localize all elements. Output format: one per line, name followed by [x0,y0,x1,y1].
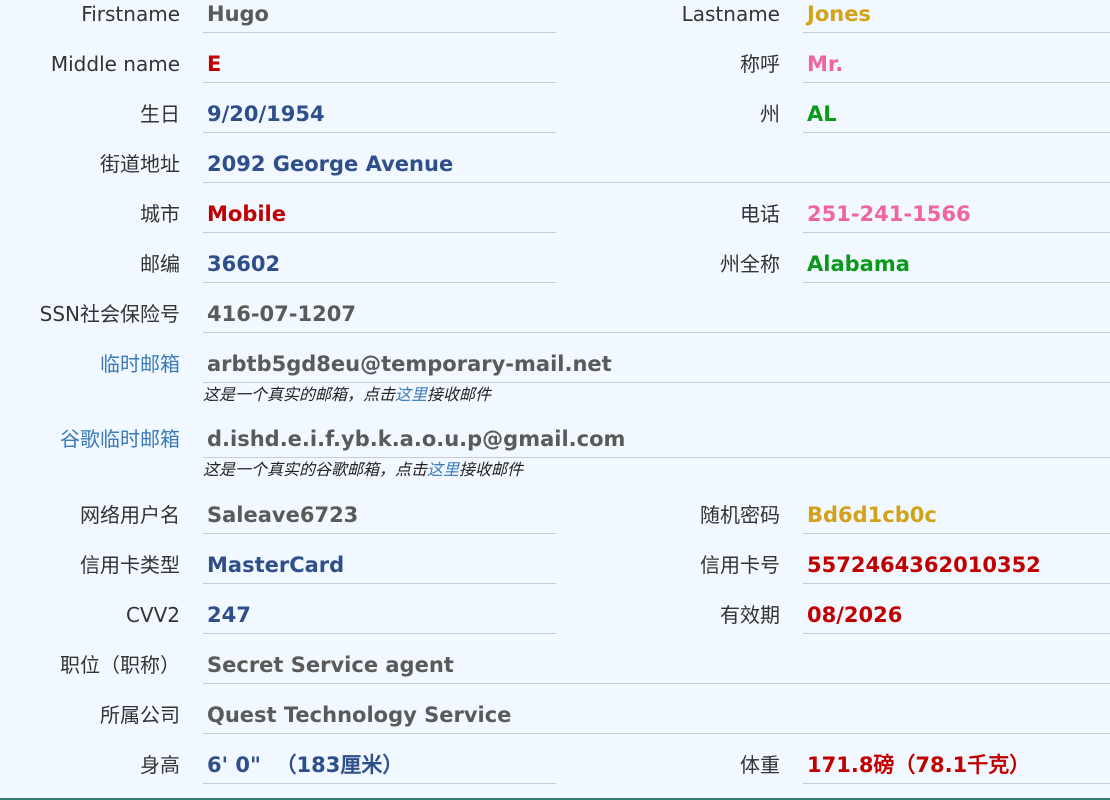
google-email-link[interactable]: 这里 [427,460,459,479]
street-value[interactable]: 2092 George Avenue [203,150,1110,183]
temp-email-label[interactable]: 临时邮箱 [100,352,180,376]
middle-name-value[interactable]: E [203,50,556,83]
temp-email-value[interactable]: arbtb5gd8eu@temporary-mail.net [203,350,1110,383]
title-label: 称呼 [740,52,780,76]
occupation-label: 职位（职称） [60,653,180,677]
lastname-label: Lastname [681,2,780,26]
zip-label: 邮编 [140,252,180,276]
middle-name-label: Middle name [50,52,180,76]
card-type-label: 信用卡类型 [80,553,180,577]
firstname-value[interactable]: Hugo [203,0,556,33]
card-number-label: 信用卡号 [700,553,780,577]
weight-label: 体重 [740,753,780,777]
temp-email-note: 这是一个真实的邮箱，点击这里接收邮件 [203,385,491,405]
card-number-value[interactable]: 5572464362010352 [803,551,1110,584]
birthday-value[interactable]: 9/20/1954 [203,100,556,133]
ssn-label: SSN社会保险号 [39,302,180,326]
state-full-label: 州全称 [720,252,780,276]
title-value[interactable]: Mr. [803,50,1110,83]
password-label: 随机密码 [700,503,780,527]
card-type-value[interactable]: MasterCard [203,551,556,584]
expiry-label: 有效期 [720,603,780,627]
google-email-note: 这是一个真实的谷歌邮箱，点击这里接收邮件 [203,460,523,480]
state-label: 州 [760,102,780,126]
username-value[interactable]: Saleave6723 [203,501,556,534]
temp-email-note-prefix: 这是一个真实的邮箱，点击 [203,385,396,404]
height-value[interactable]: 6' 0" （183厘米） [203,751,556,784]
temp-email-note-suffix: 接收邮件 [427,385,492,404]
google-email-note-suffix: 接收邮件 [459,460,524,479]
password-value[interactable]: Bd6d1cb0c [803,501,1110,534]
ssn-value[interactable]: 416-07-1207 [203,300,1110,333]
state-full-value[interactable]: Alabama [803,250,1110,283]
google-email-value[interactable]: d.ishd.e.i.f.yb.k.a.o.u.p@gmail.com [203,425,1110,458]
occupation-value[interactable]: Secret Service agent [203,651,1110,684]
firstname-label: Firstname [81,2,180,26]
cvv2-value[interactable]: 247 [203,601,556,634]
state-value[interactable]: AL [803,100,1110,133]
street-label: 街道地址 [100,152,180,176]
city-label: 城市 [140,202,180,226]
weight-value[interactable]: 171.8磅（78.1千克） [803,751,1110,784]
height-label: 身高 [140,753,180,777]
zip-value[interactable]: 36602 [203,250,556,283]
google-email-label[interactable]: 谷歌临时邮箱 [60,427,180,451]
phone-label: 电话 [740,202,780,226]
expiry-value[interactable]: 08/2026 [803,601,1110,634]
lastname-value[interactable]: Jones [803,0,1110,33]
cvv2-label: CVV2 [125,603,180,627]
city-value[interactable]: Mobile [203,200,556,233]
google-email-note-prefix: 这是一个真实的谷歌邮箱，点击 [203,460,428,479]
phone-value[interactable]: 251-241-1566 [803,200,1110,233]
birthday-label: 生日 [140,102,180,126]
company-label: 所属公司 [100,703,180,727]
username-label: 网络用户名 [80,503,180,527]
company-value[interactable]: Quest Technology Service [203,701,1110,734]
temp-email-link[interactable]: 这里 [395,385,427,404]
